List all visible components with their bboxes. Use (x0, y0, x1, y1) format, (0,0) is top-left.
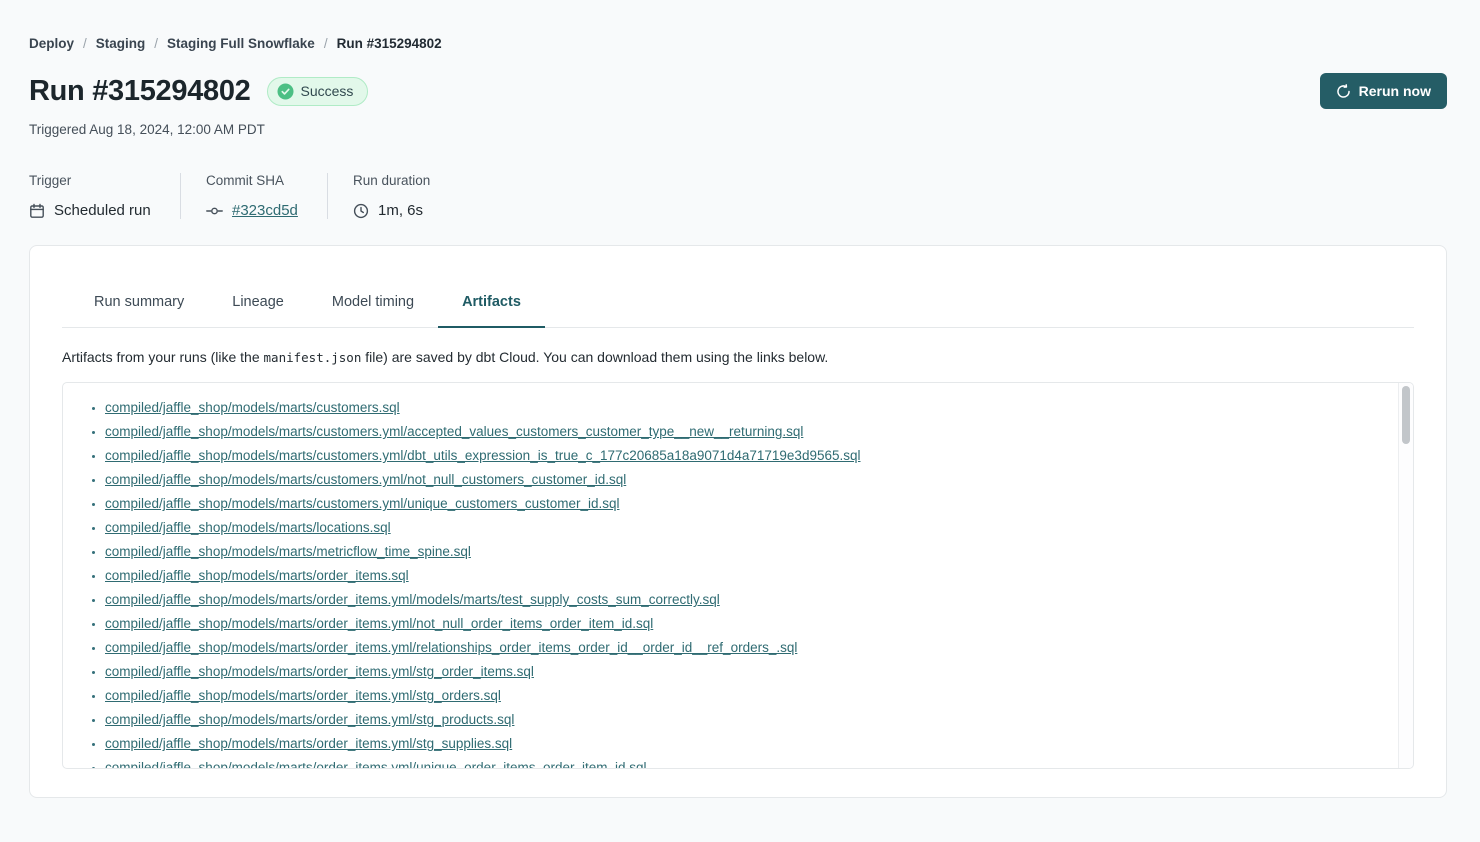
artifact-list-item: compiled/jaffle_shop/models/marts/custom… (105, 399, 1382, 423)
artifacts-description-text: Artifacts from your runs (like the (62, 349, 264, 365)
scrollbar-track[interactable] (1398, 383, 1413, 768)
tab-model-timing[interactable]: Model timing (308, 294, 438, 328)
artifact-link[interactable]: compiled/jaffle_shop/models/marts/custom… (105, 448, 861, 463)
title-row: Run #315294802 Success Rerun now (29, 73, 1447, 109)
artifacts-description-text: file) are saved by dbt Cloud. You can do… (361, 349, 828, 365)
artifact-list-item: compiled/jaffle_shop/models/marts/order_… (105, 759, 1382, 768)
breadcrumb: Deploy / Staging / Staging Full Snowflak… (29, 36, 1447, 51)
artifact-list-item: compiled/jaffle_shop/models/marts/custom… (105, 423, 1382, 447)
manifest-json-code: manifest.json (264, 350, 362, 365)
artifact-link[interactable]: compiled/jaffle_shop/models/marts/custom… (105, 472, 626, 487)
meta-trigger-value: Scheduled run (54, 202, 151, 219)
breadcrumb-job[interactable]: Staging Full Snowflake (167, 36, 315, 51)
scrollbar-thumb[interactable] (1402, 386, 1410, 444)
artifact-list-box: compiled/jaffle_shop/models/marts/custom… (62, 382, 1414, 769)
rerun-now-label: Rerun now (1359, 83, 1431, 99)
meta-commit-label: Commit SHA (206, 173, 327, 188)
breadcrumb-separator: / (324, 36, 328, 51)
meta-duration-value: 1m, 6s (378, 202, 423, 219)
status-badge-label: Success (301, 83, 354, 99)
artifact-link[interactable]: compiled/jaffle_shop/models/marts/custom… (105, 496, 619, 511)
breadcrumb-deploy[interactable]: Deploy (29, 36, 74, 51)
artifact-list-item: compiled/jaffle_shop/models/marts/order_… (105, 591, 1382, 615)
meta-duration-label: Run duration (353, 173, 430, 188)
calendar-icon (29, 203, 45, 219)
clock-icon (353, 203, 369, 219)
artifact-link[interactable]: compiled/jaffle_shop/models/marts/custom… (105, 424, 803, 439)
artifact-link[interactable]: compiled/jaffle_shop/models/marts/order_… (105, 592, 720, 607)
artifact-link[interactable]: compiled/jaffle_shop/models/marts/order_… (105, 640, 797, 655)
artifact-list: compiled/jaffle_shop/models/marts/custom… (63, 383, 1398, 768)
meta-trigger-label: Trigger (29, 173, 180, 188)
artifact-list-item: compiled/jaffle_shop/models/marts/order_… (105, 615, 1382, 639)
meta-duration: Run duration 1m, 6s (327, 173, 430, 219)
commit-sha-link[interactable]: #323cd5d (232, 202, 298, 219)
check-circle-icon (277, 83, 294, 100)
artifact-link[interactable]: compiled/jaffle_shop/models/marts/order_… (105, 760, 647, 768)
artifact-list-item: compiled/jaffle_shop/models/marts/order_… (105, 711, 1382, 735)
artifact-list-item: compiled/jaffle_shop/models/marts/metric… (105, 543, 1382, 567)
tab-run-summary[interactable]: Run summary (70, 294, 208, 328)
artifact-link[interactable]: compiled/jaffle_shop/models/marts/metric… (105, 544, 471, 559)
artifact-link[interactable]: compiled/jaffle_shop/models/marts/order_… (105, 568, 409, 583)
status-badge: Success (267, 77, 369, 106)
artifact-link[interactable]: compiled/jaffle_shop/models/marts/order_… (105, 664, 534, 679)
meta-trigger: Trigger Scheduled run (29, 173, 180, 219)
run-detail-page: Deploy / Staging / Staging Full Snowflak… (0, 0, 1480, 798)
run-meta-row: Trigger Scheduled run Commit SHA (29, 173, 1447, 219)
breadcrumb-staging[interactable]: Staging (96, 36, 146, 51)
breadcrumb-separator: / (154, 36, 158, 51)
tab-bar: Run summary Lineage Model timing Artifac… (62, 294, 1414, 328)
tab-artifacts[interactable]: Artifacts (438, 294, 545, 328)
artifact-list-item: compiled/jaffle_shop/models/marts/custom… (105, 447, 1382, 471)
artifact-list-item: compiled/jaffle_shop/models/marts/order_… (105, 639, 1382, 663)
artifact-list-item: compiled/jaffle_shop/models/marts/custom… (105, 495, 1382, 519)
artifact-link[interactable]: compiled/jaffle_shop/models/marts/order_… (105, 712, 514, 727)
artifact-list-item: compiled/jaffle_shop/models/marts/order_… (105, 567, 1382, 591)
refresh-icon (1336, 84, 1351, 99)
breadcrumb-separator: / (83, 36, 87, 51)
rerun-now-button[interactable]: Rerun now (1320, 73, 1447, 109)
git-commit-icon (206, 203, 223, 219)
artifact-link[interactable]: compiled/jaffle_shop/models/marts/locati… (105, 520, 391, 535)
artifact-list-item: compiled/jaffle_shop/models/marts/order_… (105, 735, 1382, 759)
artifacts-description: Artifacts from your runs (like the manif… (62, 349, 1414, 365)
artifact-link[interactable]: compiled/jaffle_shop/models/marts/order_… (105, 688, 501, 703)
meta-commit: Commit SHA #323cd5d (180, 173, 327, 219)
breadcrumb-current-run: Run #315294802 (337, 36, 442, 51)
tab-lineage[interactable]: Lineage (208, 294, 308, 328)
artifact-list-item: compiled/jaffle_shop/models/marts/custom… (105, 471, 1382, 495)
artifact-list-item: compiled/jaffle_shop/models/marts/order_… (105, 663, 1382, 687)
run-detail-card: Run summary Lineage Model timing Artifac… (29, 245, 1447, 798)
artifact-link[interactable]: compiled/jaffle_shop/models/marts/order_… (105, 736, 512, 751)
artifact-link[interactable]: compiled/jaffle_shop/models/marts/order_… (105, 616, 653, 631)
triggered-timestamp: Triggered Aug 18, 2024, 12:00 AM PDT (29, 122, 1447, 137)
artifact-list-item: compiled/jaffle_shop/models/marts/order_… (105, 687, 1382, 711)
page-title: Run #315294802 (29, 75, 251, 108)
artifact-link[interactable]: compiled/jaffle_shop/models/marts/custom… (105, 400, 400, 415)
artifact-list-item: compiled/jaffle_shop/models/marts/locati… (105, 519, 1382, 543)
artifact-list-scroll-area: compiled/jaffle_shop/models/marts/custom… (63, 383, 1413, 768)
